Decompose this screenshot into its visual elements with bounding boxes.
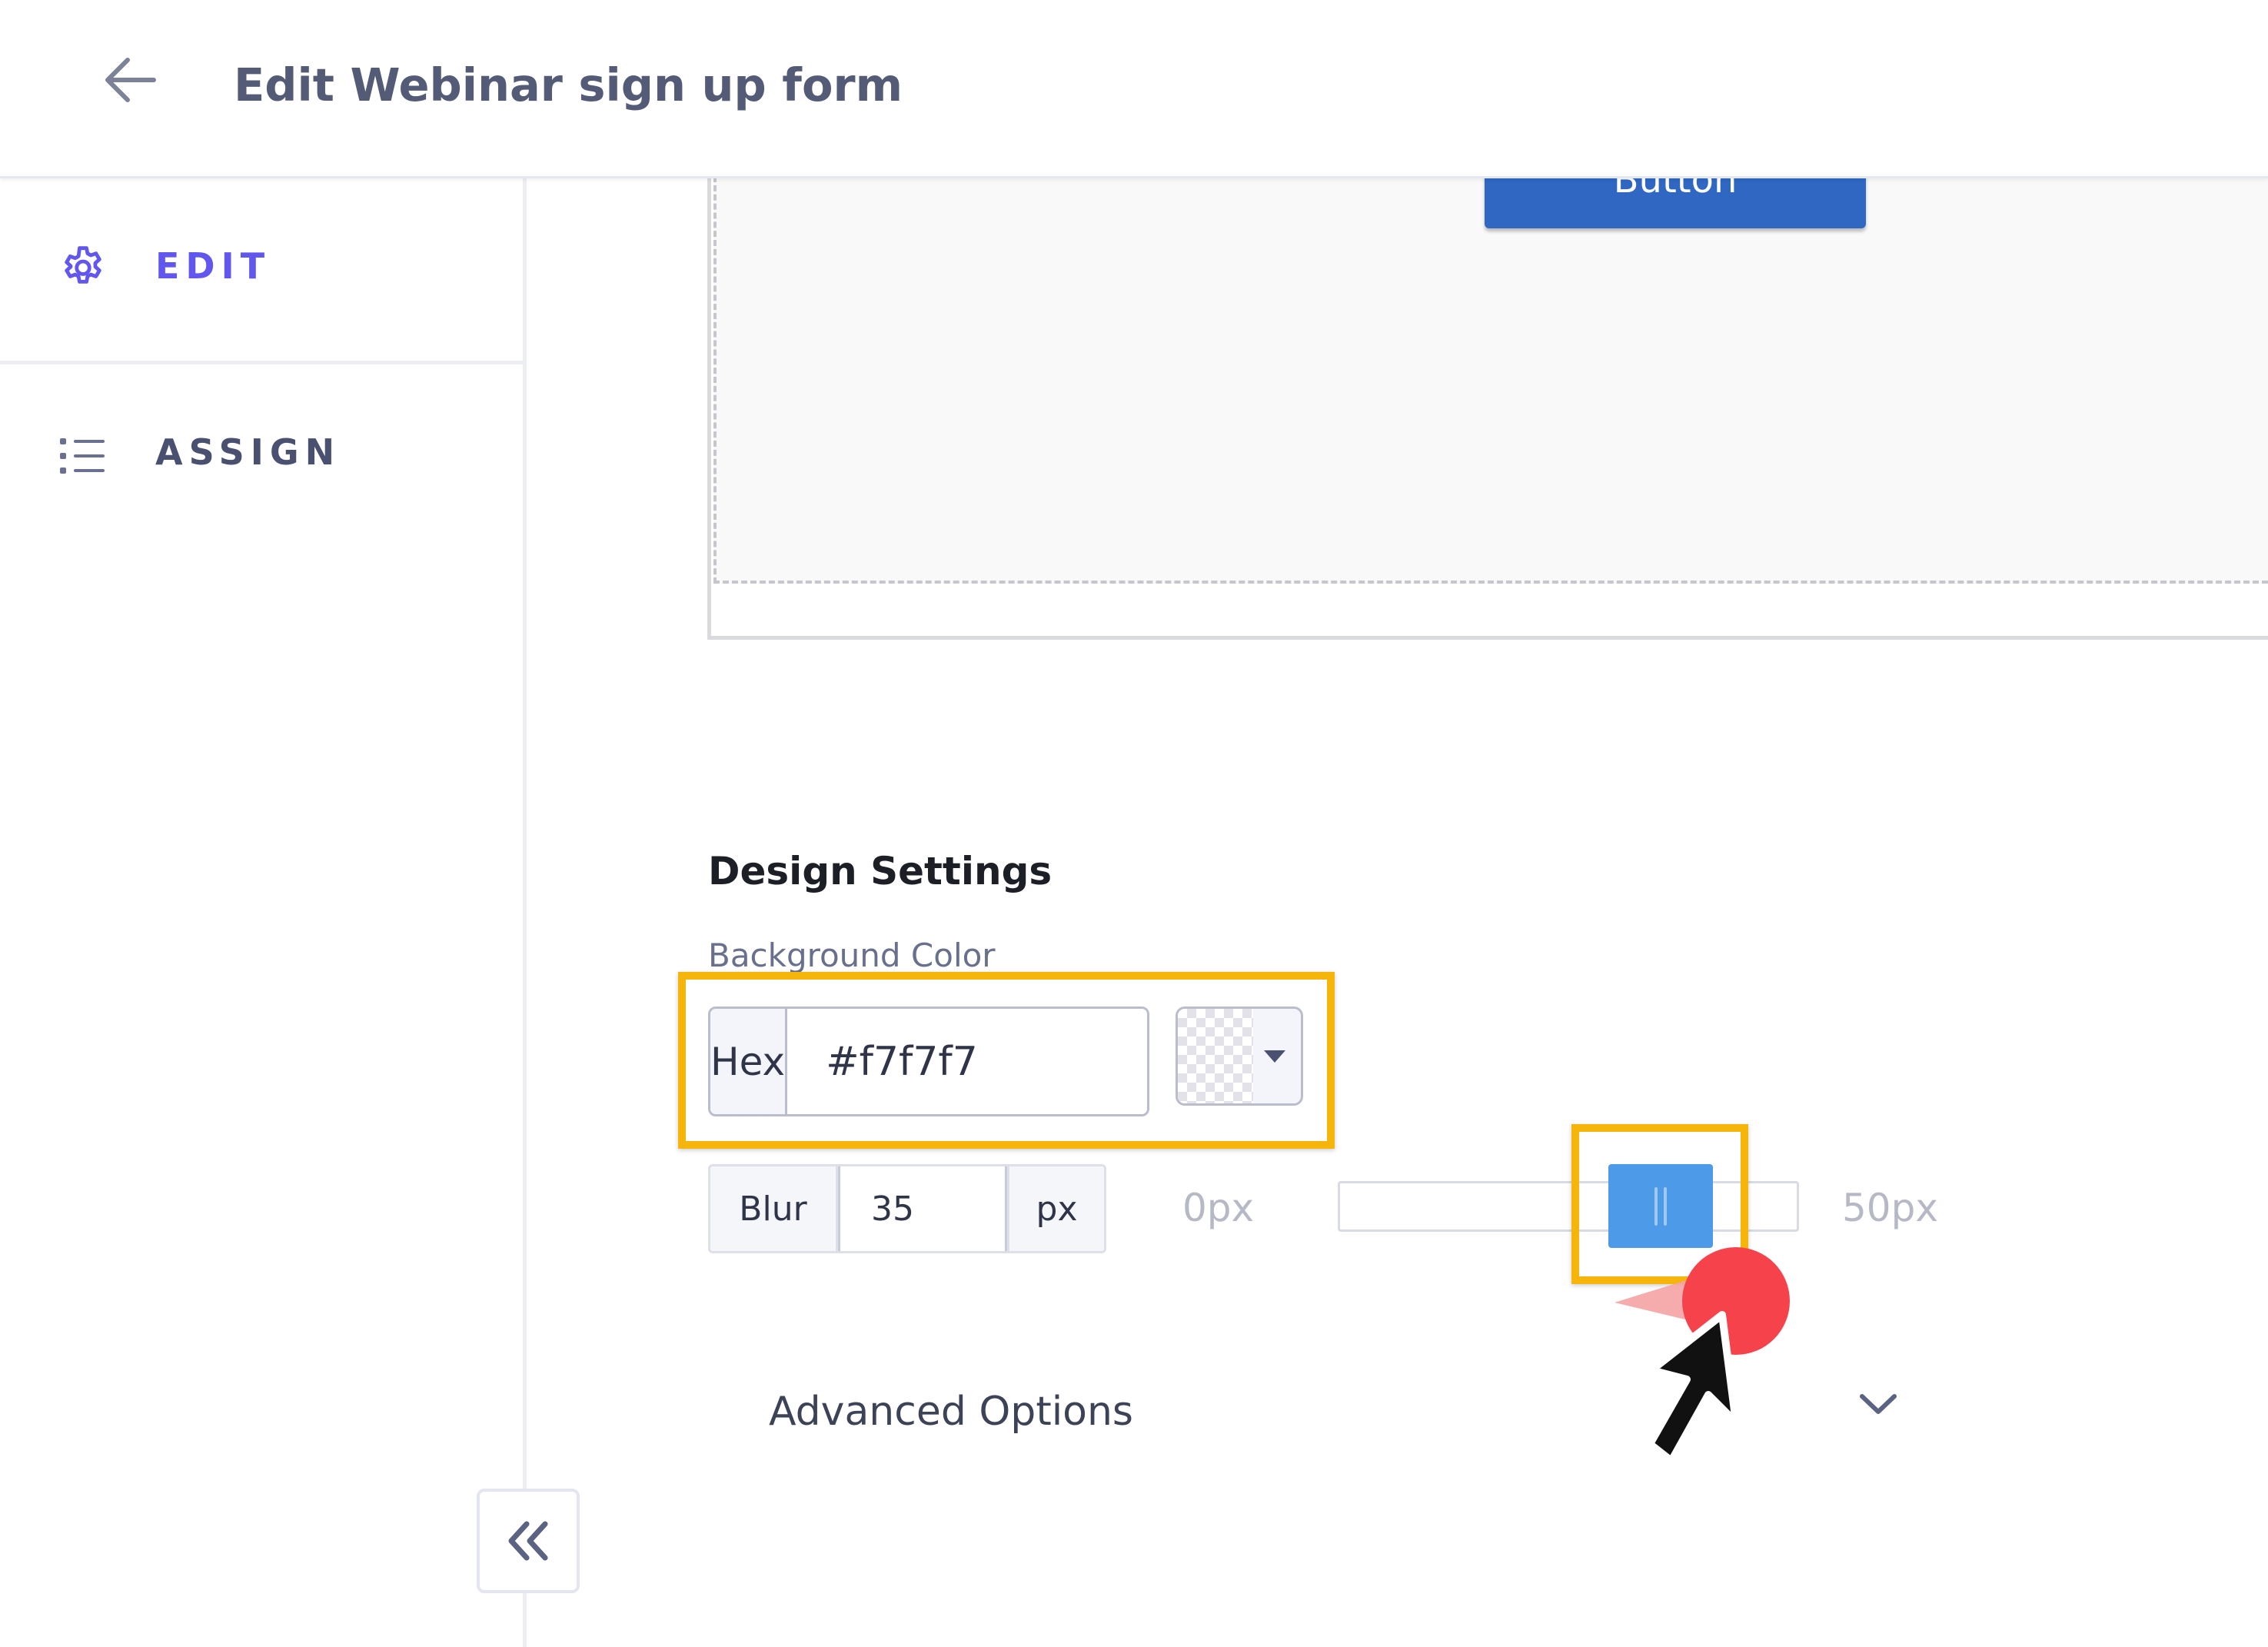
double-chevron-left-icon xyxy=(508,1521,548,1561)
blur-label: Blur xyxy=(710,1166,838,1251)
background-color-label: Background Color xyxy=(708,937,996,974)
page-title: Edit Webinar sign up form xyxy=(234,58,903,111)
chevron-down-icon xyxy=(1860,1394,1897,1414)
top-header: Edit Webinar sign up form xyxy=(0,0,2268,178)
blur-unit: px xyxy=(1007,1166,1104,1251)
sidebar-item-label: EDIT xyxy=(155,245,271,287)
blur-input[interactable] xyxy=(838,1166,1007,1251)
list-icon xyxy=(58,437,106,478)
gear-icon xyxy=(58,243,108,295)
range-min-label: 0px xyxy=(1182,1186,1255,1230)
range-max-label: 50px xyxy=(1842,1186,1938,1230)
back-button[interactable] xyxy=(98,51,161,109)
sidebar-item-label: ASSIGN xyxy=(155,431,341,473)
mouse-pointer-icon xyxy=(1646,1311,1740,1465)
form-canvas-inner xyxy=(713,176,2268,584)
sidebar-item-assign[interactable]: ASSIGN xyxy=(0,364,523,549)
blur-field: Blur px xyxy=(708,1164,1106,1253)
advanced-options-label: Advanced Options xyxy=(769,1389,1134,1435)
highlight-background-color xyxy=(678,972,1335,1149)
arrow-left-icon xyxy=(105,58,156,102)
design-settings-title: Design Settings xyxy=(708,849,1053,893)
collapse-sidebar-button[interactable] xyxy=(477,1489,580,1593)
sidebar-item-edit[interactable]: EDIT xyxy=(0,176,523,364)
